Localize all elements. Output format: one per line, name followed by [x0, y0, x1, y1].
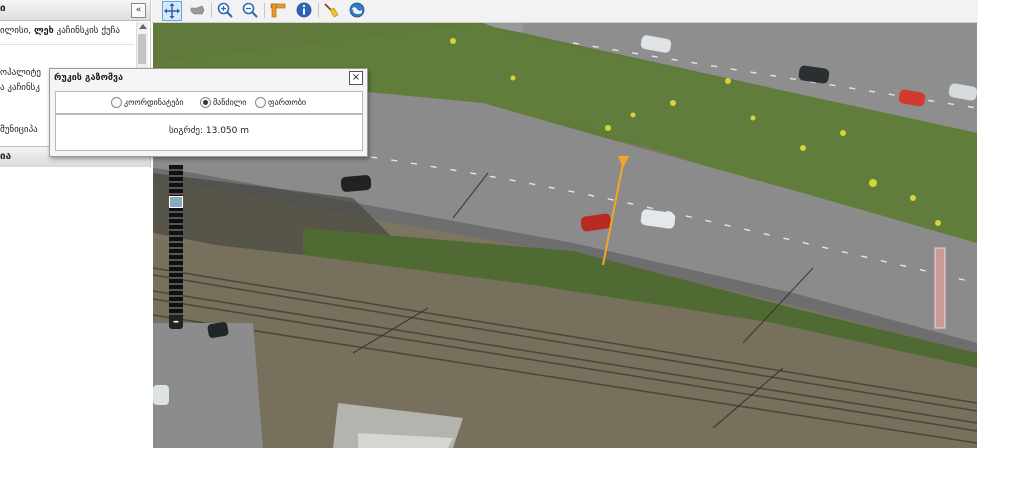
zoom-in-tool[interactable] — [216, 1, 234, 19]
layer-panel-header: ი « — [0, 0, 150, 21]
ruler-icon — [270, 3, 286, 18]
info-line: ოპალიტე — [0, 68, 41, 78]
coordinates-label[interactable]: კოორდინატები — [124, 98, 184, 107]
scroll-thumb[interactable] — [138, 34, 146, 64]
map-toolbar — [152, 0, 978, 23]
zoom-out-tool[interactable] — [241, 1, 259, 19]
measure-tool[interactable] — [269, 1, 287, 19]
scroll-up-icon[interactable] — [139, 24, 147, 29]
close-button[interactable]: × — [349, 71, 363, 85]
toolbar-separator — [318, 3, 319, 18]
info-line: ა კაჩინსკ — [0, 83, 40, 93]
address-line: ილისი, ლეხ კაჩინსკის ქუჩა — [0, 26, 120, 36]
dialog-title: რუკის გაზომვა — [54, 73, 124, 83]
toolbar-separator — [211, 3, 212, 18]
radio-area[interactable] — [255, 97, 266, 108]
hand-icon — [190, 5, 205, 15]
address-bold-text: ლეხ — [33, 26, 54, 36]
globe-icon — [349, 2, 365, 18]
collapse-panel-button[interactable]: « — [131, 3, 146, 18]
measure-result-box: სიგრძე: 13.050 m — [55, 114, 363, 151]
measure-dialog: რუკის გაზომვა × კოორდინატები მანძილი ფარ… — [49, 68, 368, 157]
area-label[interactable]: ფართობი — [268, 98, 306, 107]
radio-coordinates[interactable] — [111, 97, 122, 108]
divider — [0, 44, 134, 45]
toolbar-separator — [264, 3, 265, 18]
info-tool[interactable] — [295, 1, 313, 19]
address-text: ილისი, — [0, 26, 34, 36]
zoom-handle[interactable] — [169, 196, 183, 208]
layer-panel-title: ი — [0, 3, 6, 14]
measure-mode-group: კოორდინატები მანძილი ფართობი — [55, 91, 363, 114]
hand-tool[interactable] — [188, 1, 206, 19]
info-icon — [296, 2, 312, 18]
zoom-track[interactable] — [169, 165, 183, 317]
zoom-out-icon — [242, 2, 258, 18]
globe-tool[interactable] — [348, 1, 366, 19]
layer-panel-footer-title: ია — [0, 151, 12, 162]
zoom-out-button[interactable]: – — [169, 315, 183, 329]
info-line: მუნიციპა — [0, 125, 38, 135]
zoom-slider[interactable]: – — [169, 165, 183, 329]
distance-label[interactable]: მანძილი — [213, 98, 246, 107]
address-text-end: კაჩინსკის ქუჩა — [53, 26, 120, 36]
radio-distance[interactable] — [200, 97, 211, 108]
pan-arrows-icon — [164, 3, 180, 19]
clear-tool[interactable] — [322, 1, 340, 19]
pan-tool[interactable] — [162, 1, 182, 21]
zoom-in-icon — [217, 2, 233, 18]
measure-result: სიგრძე: 13.050 m — [168, 126, 250, 136]
broom-icon — [324, 3, 339, 18]
